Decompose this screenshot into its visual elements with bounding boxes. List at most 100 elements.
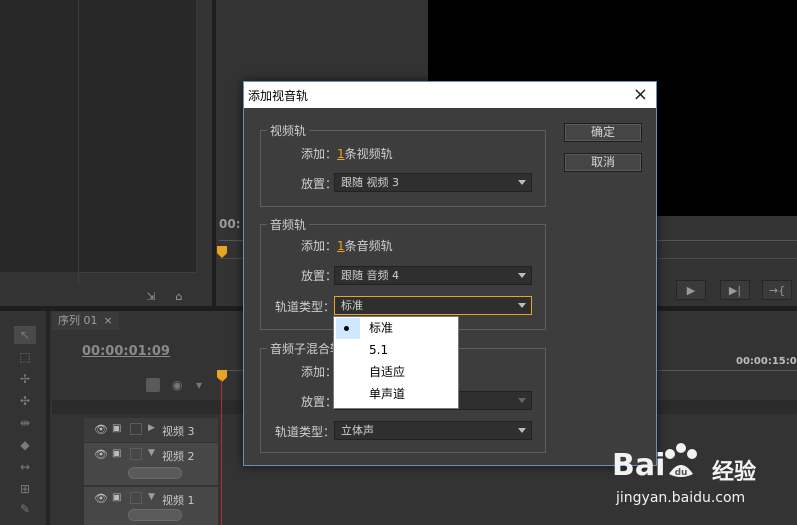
selection-tool-icon[interactable]: ↖ [14,326,36,344]
track-label: 视频 2 [162,450,195,463]
dialog-title: 添加视音轨 [248,89,309,103]
track-video-3[interactable]: 👁 ▣ ▶ 视频 3 [84,418,218,442]
tab-sequence-label: 序列 01 [58,314,98,327]
snap-icon[interactable] [146,378,160,392]
ripple-tool-icon[interactable]: ✢ [14,370,36,388]
video-placement-dropdown[interactable]: 跟随 视频 3 [334,173,532,192]
audio-placement-dropdown[interactable]: 跟随 音频 4 [334,266,532,285]
timeline-playhead-line [221,380,222,525]
audio-tracks-group: 音频轨 添加：1条音频轨 放置： 跟随 音频 4 轨道类型： 标准 [260,216,546,330]
tab-sequence[interactable]: 序列 01 × [52,312,119,330]
track-label: 视频 1 [162,494,195,507]
submix-track-type-dropdown[interactable]: 立体声 [334,421,532,440]
chevron-down-icon [518,180,526,185]
chevron-down-icon [518,303,526,308]
marker-icon[interactable]: ◉ [172,378,182,392]
add-label: 添加： [301,365,338,379]
dropdown-value: 跟随 视频 3 [341,176,399,189]
track-video-2[interactable]: 👁 ▣ ▼ 视频 2 [84,443,218,485]
ruler-timecode: 00:00:15:00 [736,356,797,367]
watermark-zh: 经验 [712,460,757,485]
track-type-label: 轨道类型： [275,425,336,439]
razor-tool-icon[interactable]: ◆ [14,436,36,454]
pen-tool-icon[interactable]: ✎ [14,500,36,518]
dropdown-value: 立体声 [341,424,374,437]
unit-label: 条视频轨 [344,147,393,161]
option-5-1[interactable]: 5.1 [335,340,457,361]
eye-icon[interactable]: 👁 [94,492,108,505]
option-adaptive[interactable]: 自适应 [335,362,457,383]
slide-tool-icon[interactable]: ⊞ [14,480,36,498]
step-forward-button[interactable]: ▶| [720,280,750,300]
camera-icon[interactable]: ▣ [112,423,121,434]
go-to-out-button[interactable]: →{ [762,280,792,300]
cancel-button[interactable]: 取消 [564,153,642,172]
sequence-timecode[interactable]: 00:00:01:09 [82,344,170,359]
audio-track-type-dropdown[interactable]: 标准 [334,296,532,315]
track-type-options-list: 标准 5.1 自适应 单声道 [333,316,459,409]
video-tracks-group: 视频轨 添加：1条视频轨 放置： 跟随 视频 3 [260,122,546,207]
place-label: 放置： [301,395,338,409]
source-panel-inner [0,0,196,272]
unit-label: 条音频轨 [344,239,393,253]
expand-triangle-icon[interactable]: ▼ [148,492,155,502]
eye-icon[interactable]: 👁 [94,423,108,436]
divider [78,272,196,273]
selected-dot-icon [344,326,349,331]
keyframe-control[interactable] [128,509,182,521]
group-title: 音频轨 [267,216,310,233]
watermark-url: jingyan.baidu.com [616,490,746,506]
chevron-down-icon [518,398,526,403]
baidu-watermark: Bai du 经验 jingyan.baidu.com [612,440,792,520]
video-add-row: 添加：1条视频轨 [301,145,393,162]
keyframe-control[interactable] [128,467,182,479]
camera-icon[interactable]: ⌂ [168,288,190,304]
place-label: 放置： [301,177,338,191]
chevron-down-icon [518,273,526,278]
program-timecode: 00: [219,217,241,231]
dropdown-value: 跟随 音频 4 [341,269,399,282]
watermark-brand: Bai [612,448,666,483]
option-mono[interactable]: 单声道 [335,384,457,405]
track-select-tool-icon[interactable]: ⬚ [14,348,36,366]
lock-toggle[interactable] [130,448,142,460]
video-count-field[interactable]: 1 [337,147,345,161]
track-label: 视频 3 [162,425,195,438]
track-type-label: 轨道类型： [275,300,336,314]
play-button[interactable]: ▶ [676,280,706,300]
marker-icon[interactable]: ▾ [196,378,202,392]
dialog-titlebar[interactable]: 添加视音轨 × [244,82,656,108]
option-standard[interactable]: 标准 [335,318,457,339]
audio-count-field[interactable]: 1 [337,239,345,253]
group-title: 视频轨 [267,122,310,139]
rolling-tool-icon[interactable]: ✣ [14,392,36,410]
lock-toggle[interactable] [130,423,142,435]
svg-text:du: du [675,468,688,478]
divider [78,0,79,285]
option-label: 自适应 [369,365,406,379]
option-label: 5.1 [369,343,389,357]
lock-toggle[interactable] [130,492,142,504]
expand-triangle-icon[interactable]: ▼ [148,448,155,458]
close-icon[interactable]: × [104,314,113,327]
add-label: 添加： [301,147,338,161]
track-video-1[interactable]: 👁 ▣ ▼ 视频 1 [84,487,218,525]
ok-button[interactable]: 确定 [564,123,642,142]
export-frame-button[interactable]: ⇲ [140,288,162,304]
place-label: 放置： [301,269,338,283]
chevron-down-icon [518,428,526,433]
add-label: 添加： [301,239,338,253]
dropdown-value: 标准 [341,299,363,312]
eye-icon[interactable]: 👁 [94,448,108,461]
expand-triangle-icon[interactable]: ▶ [148,423,155,433]
rate-stretch-tool-icon[interactable]: ⇹ [14,414,36,432]
option-label: 单声道 [369,387,406,401]
audio-add-row: 添加：1条音频轨 [301,237,393,254]
divider [196,0,197,272]
camera-icon[interactable]: ▣ [112,448,121,459]
paw-logo-icon: du [665,443,697,478]
option-label: 标准 [369,321,394,335]
close-icon[interactable]: × [633,84,648,105]
slip-tool-icon[interactable]: ↔ [14,458,36,476]
camera-icon[interactable]: ▣ [112,492,121,503]
